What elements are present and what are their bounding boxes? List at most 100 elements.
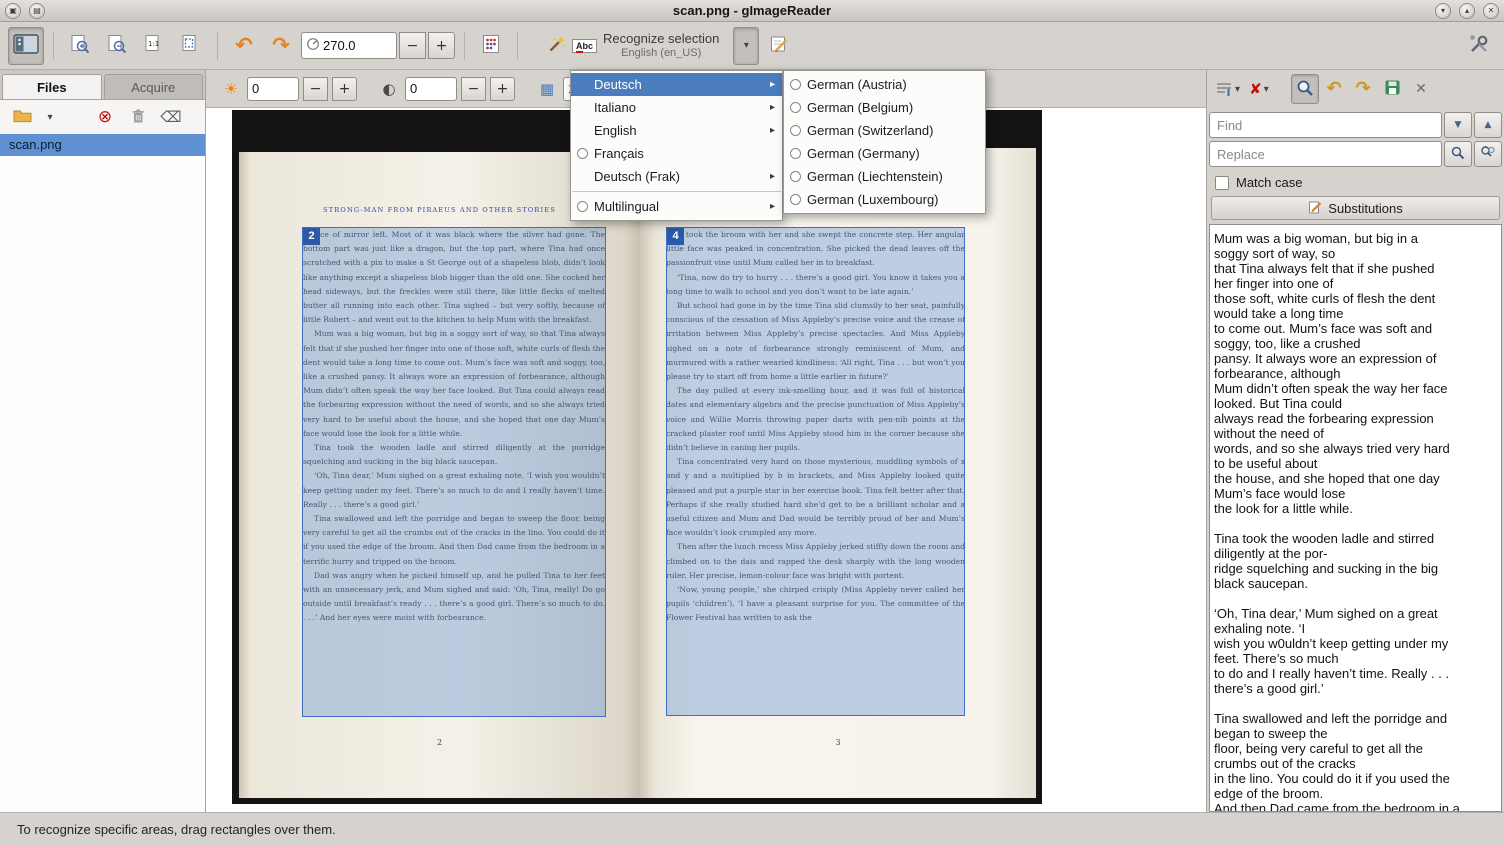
output-line: crumbs out of the cracks [1214,756,1497,771]
zoom-fit-button[interactable] [174,27,208,65]
zoom-out-button[interactable] [100,27,134,65]
menu-item-label: Deutsch [594,77,764,92]
brightness-icon: ☀ [220,80,242,98]
minimize-button[interactable]: ▾ [1435,3,1451,19]
file-list: scan.png [0,134,205,812]
output-line: soggy sort of way, so [1214,246,1497,261]
menu-item-label: Deutsch (Frak) [594,169,764,184]
menu-item-label: Multilingual [594,199,764,214]
dropdown-icon: ▾ [1235,84,1240,95]
find-input[interactable] [1209,112,1442,138]
contrast-decrease-button[interactable]: − [461,77,486,101]
plus-icon: + [497,81,509,97]
language-submenu-item-german-austria[interactable]: German (Austria)▸ [784,73,985,96]
language-menu-item-italiano[interactable]: Italiano▸ [571,96,782,119]
find-next-button[interactable]: ▼ [1444,112,1472,138]
menu-item-label: Français [594,146,764,161]
status-message: To recognize specific areas, drag rectan… [17,822,336,837]
rotate-left-button[interactable]: ↶ [227,27,261,65]
magnifier-icon [1296,79,1314,100]
file-row-scan-png[interactable]: scan.png [0,134,205,156]
sources-sidebar: Files Acquire ▾ ⊗ ⌫ [0,70,206,812]
source-tabs: Files Acquire [0,70,205,100]
tab-files[interactable]: Files [2,74,102,99]
output-line: Tina took the wooden ladle and stirred [1214,531,1497,546]
language-menu-item-multilingual[interactable]: Multilingual ▸ [571,195,782,218]
output-line: Mum was a big woman, but big in a [1214,231,1497,246]
brightness-input[interactable] [252,81,292,96]
output-line: the look for a little while. [1214,501,1497,516]
ocr-selection-4[interactable]: 4 [666,227,965,716]
rotation-decrease-button[interactable]: − [399,32,426,59]
language-submenu-item-german-liechtenstein[interactable]: German (Liechtenstein)▸ [784,165,985,188]
settings-button[interactable] [1462,27,1496,65]
plus-icon: + [339,81,351,97]
substitutions-button[interactable]: Substitutions [1211,196,1500,220]
output-text-area[interactable]: Mum was a big woman, but big in asoggy s… [1209,224,1502,812]
recognize-menu-button[interactable]: ▾ [733,27,759,65]
zoom-original-button[interactable]: 1:1 [137,27,171,65]
match-case-checkbox[interactable] [1215,176,1229,190]
language-menu-item-deutsch[interactable]: Deutsch▸ [571,73,782,96]
selection-badge: 2 [303,228,320,245]
minus-icon: − [468,81,480,97]
find-replace-toggle[interactable] [1291,74,1319,104]
contrast-input[interactable] [410,81,450,96]
tab-acquire[interactable]: Acquire [104,74,204,99]
submenu-arrow-icon: ▸ [770,201,775,212]
remove-icon: ⊗ [98,109,112,126]
autodetect-layout-button[interactable] [474,27,508,65]
notepad-pencil-icon [769,34,789,57]
open-menu-button[interactable]: ▾ [43,105,57,129]
output-line: words, and so she always tried very hard [1214,441,1497,456]
undo-button[interactable]: ↶ [1320,74,1348,104]
rotation-input[interactable] [323,38,381,53]
delete-file-button[interactable] [126,105,150,129]
menu-item-label: German (Luxembourg) [807,192,967,207]
ocr-selection-2[interactable]: 2 [302,227,606,717]
radio-icon [790,194,801,205]
clear-output-button[interactable]: ✕ [1407,74,1435,104]
output-line: edge of the broom. [1214,786,1497,801]
language-submenu-item-german-switzerland[interactable]: German (Switzerland)▸ [784,119,985,142]
recognize-button[interactable]: Abc Recognize selection English (en_US) [543,27,730,65]
language-submenu-item-german-luxembourg[interactable]: German (Luxembourg)▸ [784,188,985,211]
output-line: diligently at the por- [1214,546,1497,561]
strip-linebreaks-button[interactable]: ✘ ▾ [1245,74,1273,104]
redo-button[interactable]: ↷ [1349,74,1377,104]
language-menu-item-fran-ais[interactable]: Français▸ [571,142,782,165]
clear-list-button[interactable]: ⌫ [159,105,183,129]
open-images-button[interactable] [10,105,34,129]
window-pin-button[interactable]: ▤ [29,3,45,19]
ocr-output-mode-button[interactable] [762,27,796,65]
maximize-button[interactable]: ▴ [1459,3,1475,19]
output-line [1214,591,1497,606]
output-line: Mum’s face would lose [1214,486,1497,501]
language-menu-item-english[interactable]: English▸ [571,119,782,142]
language-submenu-item-german-germany[interactable]: German (Germany)▸ [784,142,985,165]
save-output-button[interactable] [1378,74,1406,104]
window-menu-button[interactable]: ▣ [5,3,21,19]
zoom-out-icon [107,34,127,57]
misspelled-word: Mum’s [1214,486,1252,501]
contrast-increase-button[interactable]: + [490,77,515,101]
replace-input[interactable] [1209,141,1442,167]
brightness-decrease-button[interactable]: − [303,77,328,101]
misspelled-word: There’s [1243,651,1286,666]
show-controls-toggle[interactable] [8,27,44,65]
language-submenu-item-german-belgium[interactable]: German (Belgium)▸ [784,96,985,119]
rotate-right-button[interactable]: ↷ [264,27,298,65]
find-prev-button[interactable]: ▲ [1474,112,1502,138]
language-menu-item-deutsch-frak[interactable]: Deutsch (Frak)▸ [571,165,782,188]
page-number: 3 [640,738,1036,747]
main-toolbar: 1:1 ↶ ↷ − + Abc Recognize selection Engl… [0,22,1504,70]
remove-image-button[interactable]: ⊗ [93,105,117,129]
replace-button[interactable] [1444,141,1472,167]
brightness-increase-button[interactable]: + [332,77,357,101]
replace-all-button[interactable] [1474,141,1502,167]
insert-mode-button[interactable]: ▾ [1211,74,1244,104]
rotation-increase-button[interactable]: + [428,32,455,59]
insert-mode-icon [1215,80,1233,99]
close-button[interactable]: ✕ [1483,3,1499,19]
zoom-in-button[interactable] [63,27,97,65]
